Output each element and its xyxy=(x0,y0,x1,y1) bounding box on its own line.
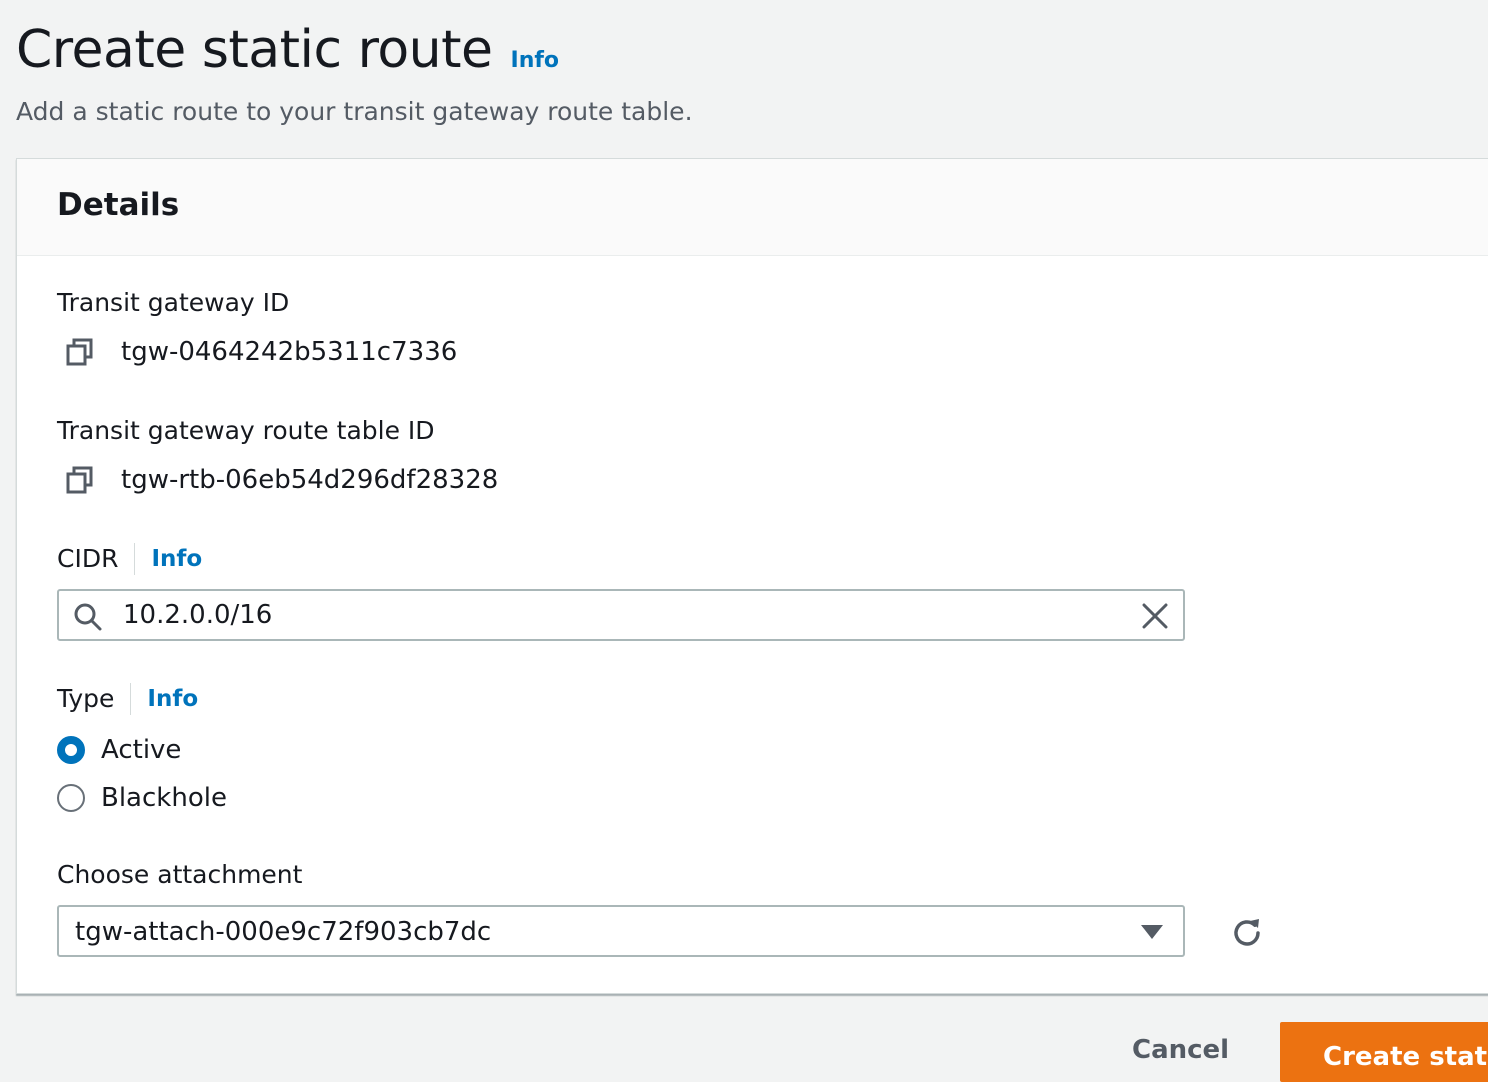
attachment-selected-value: tgw-attach-000e9c72f903cb7dc xyxy=(75,917,492,947)
transit-gateway-id-label: Transit gateway ID xyxy=(57,288,290,317)
route-table-id-value: tgw-rtb-06eb54d296df28328 xyxy=(121,465,499,495)
cidr-info-link[interactable]: Info xyxy=(151,543,202,575)
radio-label-blackhole: Blackhole xyxy=(101,783,227,813)
radio-option-blackhole[interactable]: Blackhole xyxy=(57,783,227,813)
page-title: Create static route xyxy=(16,20,493,80)
attachment-select[interactable]: tgw-attach-000e9c72f903cb7dc xyxy=(57,905,1185,957)
type-label: Type xyxy=(57,684,115,713)
label-divider xyxy=(130,683,132,715)
footer-actions: Cancel Create static route xyxy=(0,1022,1488,1082)
page-header: Create static route Info xyxy=(16,18,559,82)
radio-button-blackhole[interactable] xyxy=(57,784,85,812)
copy-icon[interactable] xyxy=(65,337,95,367)
cidr-input[interactable] xyxy=(123,597,1123,633)
details-container: Details Transit gateway ID tgw-0464242b5… xyxy=(16,158,1488,994)
route-table-id-label: Transit gateway route table ID xyxy=(57,416,435,445)
radio-label-active: Active xyxy=(101,735,182,765)
cidr-field[interactable] xyxy=(57,589,1185,641)
type-label-row: Type Info xyxy=(57,683,198,715)
refresh-icon[interactable] xyxy=(1229,915,1265,951)
page-description: Add a static route to your transit gatew… xyxy=(16,97,693,126)
route-table-id-value-row: tgw-rtb-06eb54d296df28328 xyxy=(65,465,498,495)
page-info-link[interactable]: Info xyxy=(511,48,560,73)
details-title: Details xyxy=(57,187,180,223)
cidr-label-row: CIDR Info xyxy=(57,543,202,575)
radio-option-active[interactable]: Active xyxy=(57,735,181,765)
caret-down-icon xyxy=(1141,925,1163,939)
type-info-link[interactable]: Info xyxy=(147,683,198,715)
transit-gateway-id-value: tgw-0464242b5311c7336 xyxy=(121,337,458,367)
create-static-route-button[interactable]: Create static route xyxy=(1280,1022,1488,1082)
cancel-button[interactable]: Cancel xyxy=(1132,1030,1229,1070)
cidr-label: CIDR xyxy=(57,544,119,573)
title-row: Create static route Info xyxy=(16,18,559,82)
search-icon xyxy=(74,603,102,631)
attachment-label: Choose attachment xyxy=(57,860,303,889)
radio-button-active[interactable] xyxy=(57,736,85,764)
details-header: Details xyxy=(17,159,1488,256)
copy-icon[interactable] xyxy=(65,465,95,495)
close-icon[interactable] xyxy=(1141,602,1169,630)
label-divider xyxy=(134,543,136,575)
transit-gateway-id-value-row: tgw-0464242b5311c7336 xyxy=(65,337,457,367)
